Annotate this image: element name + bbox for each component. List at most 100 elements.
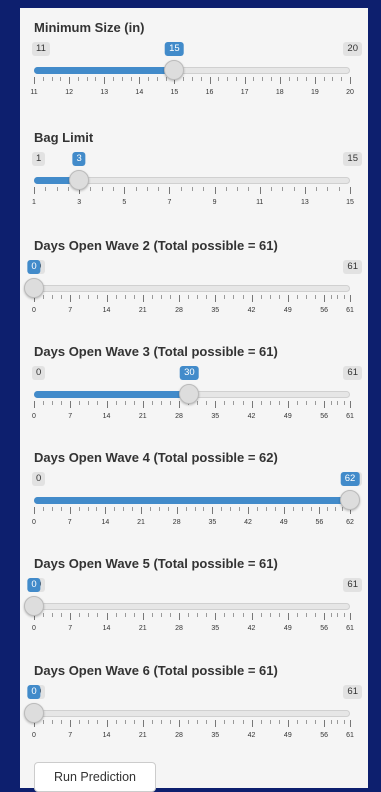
slider-major-tick (215, 401, 217, 408)
slider-minor-tick (167, 507, 169, 511)
slider-minor-tick (52, 613, 54, 617)
slider-minor-tick (87, 507, 89, 511)
slider-handle[interactable] (179, 384, 200, 404)
slider-minor-tick (239, 507, 241, 511)
slider-minor-tick (293, 187, 295, 191)
slider-max-label: 61 (343, 260, 362, 274)
slider-minor-tick (52, 401, 54, 405)
slider-minor-tick (158, 507, 160, 511)
slider-minor-tick (52, 720, 54, 724)
slider-tick-label: 61 (346, 307, 354, 314)
slider-minor-tick (330, 720, 332, 724)
slider-major-tick (350, 77, 351, 84)
slider-major-tick (179, 295, 181, 302)
slider-minor-tick (132, 507, 134, 511)
slider-handle[interactable] (340, 490, 360, 510)
slider-minor-tick (271, 77, 272, 81)
slider-minor-tick (206, 401, 208, 405)
slider-tick-label: 56 (320, 625, 328, 632)
slider-handle[interactable] (24, 703, 44, 723)
slider-minor-tick (315, 613, 317, 617)
slider-title: Days Open Wave 5 (Total possible = 61) (34, 556, 278, 571)
slider-tick-label: 15 (346, 199, 354, 206)
slider-minor-tick (230, 507, 232, 511)
slider-minor-tick (260, 401, 262, 405)
slider-tick-label: 17 (240, 89, 249, 96)
slider-minor-tick (124, 295, 126, 299)
slider-minor-tick (235, 77, 237, 81)
slider-minor-tick (79, 295, 81, 299)
slider-tick-label: 18 (275, 89, 284, 96)
slider-tick-label: 62 (346, 519, 354, 526)
slider-minor-tick (188, 613, 190, 617)
slider-major-tick (350, 720, 351, 727)
slider-minor-tick (197, 401, 199, 405)
slider-major-tick (287, 613, 289, 620)
slider-minor-tick (61, 295, 63, 299)
slider-tick-label: 13 (300, 199, 309, 206)
slider-major-tick (69, 507, 71, 514)
slider-minor-tick (327, 507, 329, 511)
slider-tick-label: 35 (211, 307, 220, 314)
slider-minor-tick (292, 507, 294, 511)
slider-major-tick (142, 295, 144, 302)
slider-minor-tick (282, 187, 284, 191)
slider-major-tick (215, 295, 217, 302)
slider-minor-tick (343, 401, 345, 405)
slider-fill (34, 497, 350, 504)
slider-tick-label: 14 (102, 732, 111, 739)
slider-handle[interactable] (69, 170, 90, 190)
slider-minor-tick (337, 720, 339, 724)
slider-handle[interactable] (24, 278, 44, 298)
slider-major-tick (248, 507, 250, 514)
slider-minor-tick (115, 720, 117, 724)
slider-track[interactable] (34, 710, 350, 717)
slider-tick-label: 14 (102, 307, 111, 314)
slider-tick-label: 56 (320, 307, 328, 314)
slider-minor-tick (88, 720, 90, 724)
slider-minor-tick (327, 187, 329, 191)
slider-major-tick (70, 295, 72, 302)
slider-minor-tick (86, 77, 88, 81)
slider-tick-label: 0 (32, 732, 36, 739)
slider-minor-tick (305, 295, 307, 299)
slider-track[interactable] (34, 285, 350, 292)
slider-major-tick (179, 401, 181, 408)
slider-major-tick (319, 507, 321, 514)
slider-tick-label: 15 (170, 89, 179, 96)
slider-tick-label: 49 (283, 413, 292, 420)
slider-minor-tick (160, 720, 162, 724)
slider-major-tick (169, 187, 171, 194)
slider-minor-tick (269, 295, 271, 299)
slider-tick-label: 49 (283, 732, 292, 739)
slider-major-tick (34, 401, 35, 408)
slider-minor-tick (296, 295, 298, 299)
slider-minor-tick (123, 507, 125, 511)
slider-days-open-wave-2: Days Open Wave 2 (Total possible = 61) 0 6… (20, 238, 368, 338)
slider-minor-tick (121, 77, 123, 81)
slider-tick-label: 5 (122, 199, 127, 206)
slider-minor-tick (278, 295, 280, 299)
slider-value-bubble: 30 (180, 366, 199, 380)
slider-track[interactable] (34, 603, 350, 610)
slider-minor-tick (343, 295, 345, 299)
slider-minor-tick (227, 77, 229, 81)
slider-handle[interactable] (24, 596, 44, 616)
slider-tick-label: 9 (212, 199, 217, 206)
slider-minor-tick (330, 613, 332, 617)
slider-minor-tick (278, 613, 280, 617)
slider-minor-tick (343, 613, 345, 617)
slider-major-tick (106, 613, 108, 620)
slider-minor-tick (197, 295, 199, 299)
slider-tick-label: 7 (68, 307, 73, 314)
slider-minor-tick (225, 187, 227, 191)
slider-tick-label: 7 (68, 732, 73, 739)
slider-major-tick (251, 720, 253, 727)
slider-handle[interactable] (164, 60, 185, 80)
slider-tick-label: 21 (138, 307, 147, 314)
slider-minor-tick (124, 401, 126, 405)
slider-minor-tick (77, 77, 79, 81)
slider-days-open-wave-4: Days Open Wave 4 (Total possible = 62) 0 6… (20, 450, 368, 550)
slider-tick-label: 7 (67, 519, 72, 526)
slider-minor-tick (274, 507, 276, 511)
